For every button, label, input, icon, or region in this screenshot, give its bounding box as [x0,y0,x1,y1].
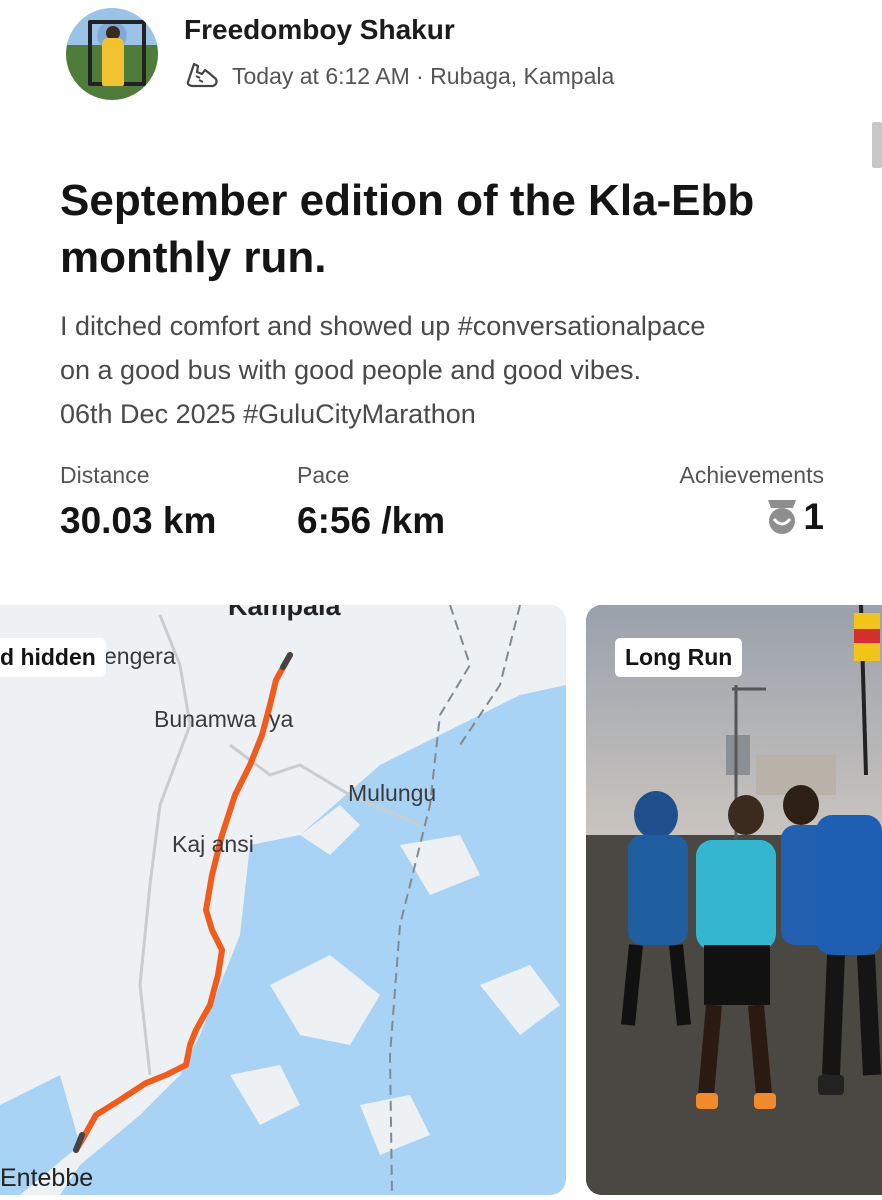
map-canvas [0,605,566,1195]
activity-photo[interactable] [586,605,882,1195]
distance-value: 30.03 km [60,500,217,541]
avatar-person [102,38,124,86]
photo-tag-long-run: Long Run [615,638,743,677]
athlete-name[interactable]: Freedomboy Shakur [184,14,455,46]
map-hidden-badge: d hidden [0,638,106,677]
athlete-avatar[interactable] [66,8,158,100]
scrollbar-thumb[interactable] [872,122,882,168]
pace-label: Pace [297,462,350,488]
map-label-mulungu: Mulungu [348,780,437,806]
achievements-value[interactable]: 1 [763,496,824,538]
map-label-engera: engera [104,643,176,669]
activity-time-location: Today at 6:12 AM · Rubaga, Kampala [232,62,615,89]
achievements-label: Achievements [679,462,824,488]
pace-value: 6:56 /km [297,500,446,541]
achievements-count: 1 [803,496,824,537]
activity-meta: Today at 6:12 AM · Rubaga, Kampala [184,58,614,94]
map-label-kampala: Kampala [228,605,341,621]
activity-title: September edition of the Kla-Ebb monthly… [60,176,755,282]
map-label-bunamwaya: Bunamwa ya [154,706,294,732]
map-label-entebbe: Entebbe [0,1164,94,1192]
medal-icon [768,500,797,534]
running-shoe-icon [186,62,218,88]
distance-label: Distance [60,462,150,488]
route-map[interactable]: Kampala engera Bunamwa ya Mulungu Kaj an… [0,605,566,1195]
activity-description: I ditched comfort and showed up #convers… [60,311,706,429]
photo-canvas [586,605,882,1195]
map-label-kajjansi: Kaj ansi [172,831,254,857]
